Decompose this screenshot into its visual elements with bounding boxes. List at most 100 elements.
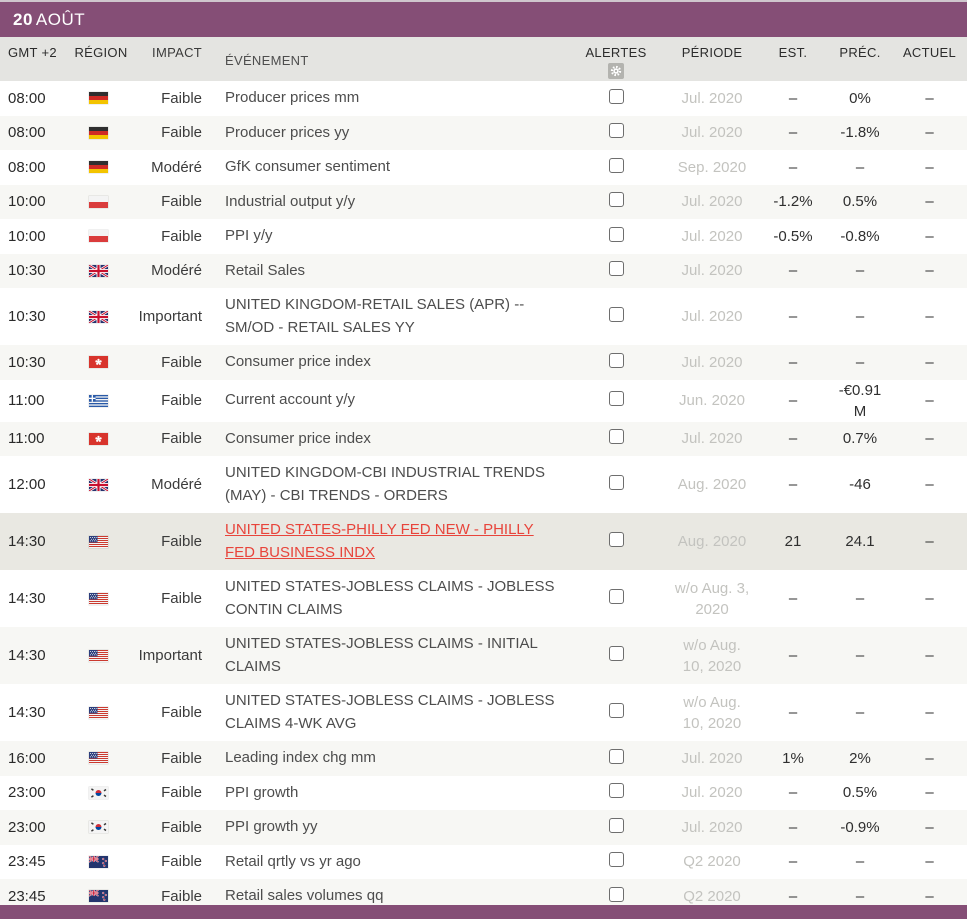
event-text: UNITED STATES-JOBLESS CLAIMS - INITIAL C… [210,627,566,684]
prev-cell: -1.8% [828,122,892,143]
region-cell [62,856,134,868]
column-header-time: GMT +2 [0,45,62,60]
event-row[interactable]: 08:00 Modéré GfK consumer sentiment Sep.… [0,150,967,185]
event-row[interactable]: 10:00 Faible PPI y/y Jul. 2020 -0.5% -0.… [0,219,967,254]
alert-checkbox[interactable] [609,391,624,406]
flag-greece-icon [89,395,108,407]
event-row[interactable]: 08:00 Faible Producer prices mm Jul. 202… [0,81,967,116]
event-row[interactable]: 23:00 Faible PPI growth Jul. 2020 – 0.5%… [0,776,967,811]
event-row[interactable]: 14:30 Faible UNITED STATES-PHILLY FED NE… [0,513,967,570]
alerts-cell [566,475,666,494]
alert-checkbox[interactable] [609,261,624,276]
alert-checkbox[interactable] [609,227,624,242]
alerts-cell [566,887,666,906]
alert-checkbox[interactable] [609,749,624,764]
alert-checkbox[interactable] [609,123,624,138]
actual-cell: – [892,390,967,411]
alerts-cell [566,818,666,837]
impact-cell: Faible [134,228,210,245]
event-text: UNITED STATES-JOBLESS CLAIMS - JOBLESS C… [210,570,566,627]
flag-germany-icon [89,161,108,173]
alert-checkbox[interactable] [609,192,624,207]
alert-checkbox[interactable] [609,89,624,104]
alerts-cell [566,353,666,372]
prev-cell: – [828,886,892,907]
prev-cell: -0.9% [828,817,892,838]
alert-checkbox[interactable] [609,589,624,604]
event-row[interactable]: 14:30 Faible UNITED STATES-JOBLESS CLAIM… [0,684,967,741]
alert-checkbox[interactable] [609,852,624,867]
region-cell [62,161,134,173]
time-cell: 23:45 [0,888,62,905]
actual-cell: – [892,260,967,281]
date-month: AOÛT [36,10,85,30]
event-row[interactable]: 10:30 Faible Consumer price index Jul. 2… [0,345,967,380]
alerts-cell [566,123,666,142]
impact-cell: Important [134,308,210,325]
time-cell: 10:00 [0,228,62,245]
region-cell [62,196,134,208]
flag-germany-icon [89,92,108,104]
time-cell: 10:30 [0,262,62,279]
prev-cell: -0.8% [828,226,892,247]
event-row[interactable]: 12:00 Modéré UNITED KINGDOM-CBI INDUSTRI… [0,456,967,513]
alerts-cell [566,89,666,108]
period-cell: w/o Aug. 10, 2020 [666,688,758,738]
time-cell: 14:30 [0,590,62,607]
event-row[interactable]: 11:00 Faible Current account y/y Jun. 20… [0,380,967,422]
alert-checkbox[interactable] [609,353,624,368]
alert-checkbox[interactable] [609,887,624,902]
prev-cell: -46 [828,474,892,495]
alert-checkbox[interactable] [609,783,624,798]
alert-checkbox[interactable] [609,532,624,547]
event-row[interactable]: 23:45 Faible Retail qrtly vs yr ago Q2 2… [0,845,967,880]
column-header-event: ÉVÉNEMENT [210,45,566,77]
period-cell: Q2 2020 [666,847,758,876]
event-text: PPI y/y [210,219,566,254]
event-row[interactable]: 14:30 Faible UNITED STATES-JOBLESS CLAIM… [0,570,967,627]
time-cell: 10:30 [0,354,62,371]
event-row[interactable]: 23:00 Faible PPI growth yy Jul. 2020 – -… [0,810,967,845]
event-link[interactable]: UNITED STATES-PHILLY FED NEW - PHILLY FE… [210,513,566,570]
actual-cell: – [892,157,967,178]
event-row[interactable]: 10:00 Faible Industrial output y/y Jul. … [0,185,967,220]
flag-new-zealand-icon [89,856,108,868]
alerts-cell [566,307,666,326]
est-cell: – [758,645,828,666]
time-cell: 10:30 [0,308,62,325]
period-cell: Jul. 2020 [666,222,758,251]
alert-checkbox[interactable] [609,703,624,718]
alerts-cell [566,391,666,410]
impact-cell: Faible [134,124,210,141]
alerts-cell [566,783,666,802]
alert-checkbox[interactable] [609,818,624,833]
column-header-est: EST. [758,45,828,60]
event-row[interactable]: 11:00 Faible Consumer price index Jul. 2… [0,422,967,457]
gear-icon[interactable] [608,63,624,79]
est-cell: – [758,157,828,178]
event-row[interactable]: 08:00 Faible Producer prices yy Jul. 202… [0,116,967,151]
event-row[interactable]: 10:30 Modéré Retail Sales Jul. 2020 – – … [0,254,967,289]
flag-usa-icon [89,536,108,548]
flag-uk-icon [89,311,108,323]
prev-cell: 0% [828,88,892,109]
event-text: Consumer price index [210,345,566,380]
event-row[interactable]: 14:30 Important UNITED STATES-JOBLESS CL… [0,627,967,684]
alert-checkbox[interactable] [609,307,624,322]
alert-checkbox[interactable] [609,429,624,444]
alert-checkbox[interactable] [609,646,624,661]
est-cell: – [758,851,828,872]
alert-checkbox[interactable] [609,475,624,490]
time-cell: 11:00 [0,392,62,409]
column-header-region: RÉGION [62,45,134,60]
date-day: 20 [13,10,33,30]
actual-cell: – [892,588,967,609]
event-row[interactable]: 16:00 Faible Leading index chg mm Jul. 2… [0,741,967,776]
alert-checkbox[interactable] [609,158,624,173]
economic-calendar: 20 AOÛT GMT +2 RÉGION IMPACT ÉVÉNEMENT A… [0,0,967,919]
event-text: Current account y/y [210,383,566,418]
period-cell: Jul. 2020 [666,424,758,453]
alerts-cell [566,192,666,211]
prev-cell: 24.1 [828,531,892,552]
event-row[interactable]: 10:30 Important UNITED KINGDOM-RETAIL SA… [0,288,967,345]
